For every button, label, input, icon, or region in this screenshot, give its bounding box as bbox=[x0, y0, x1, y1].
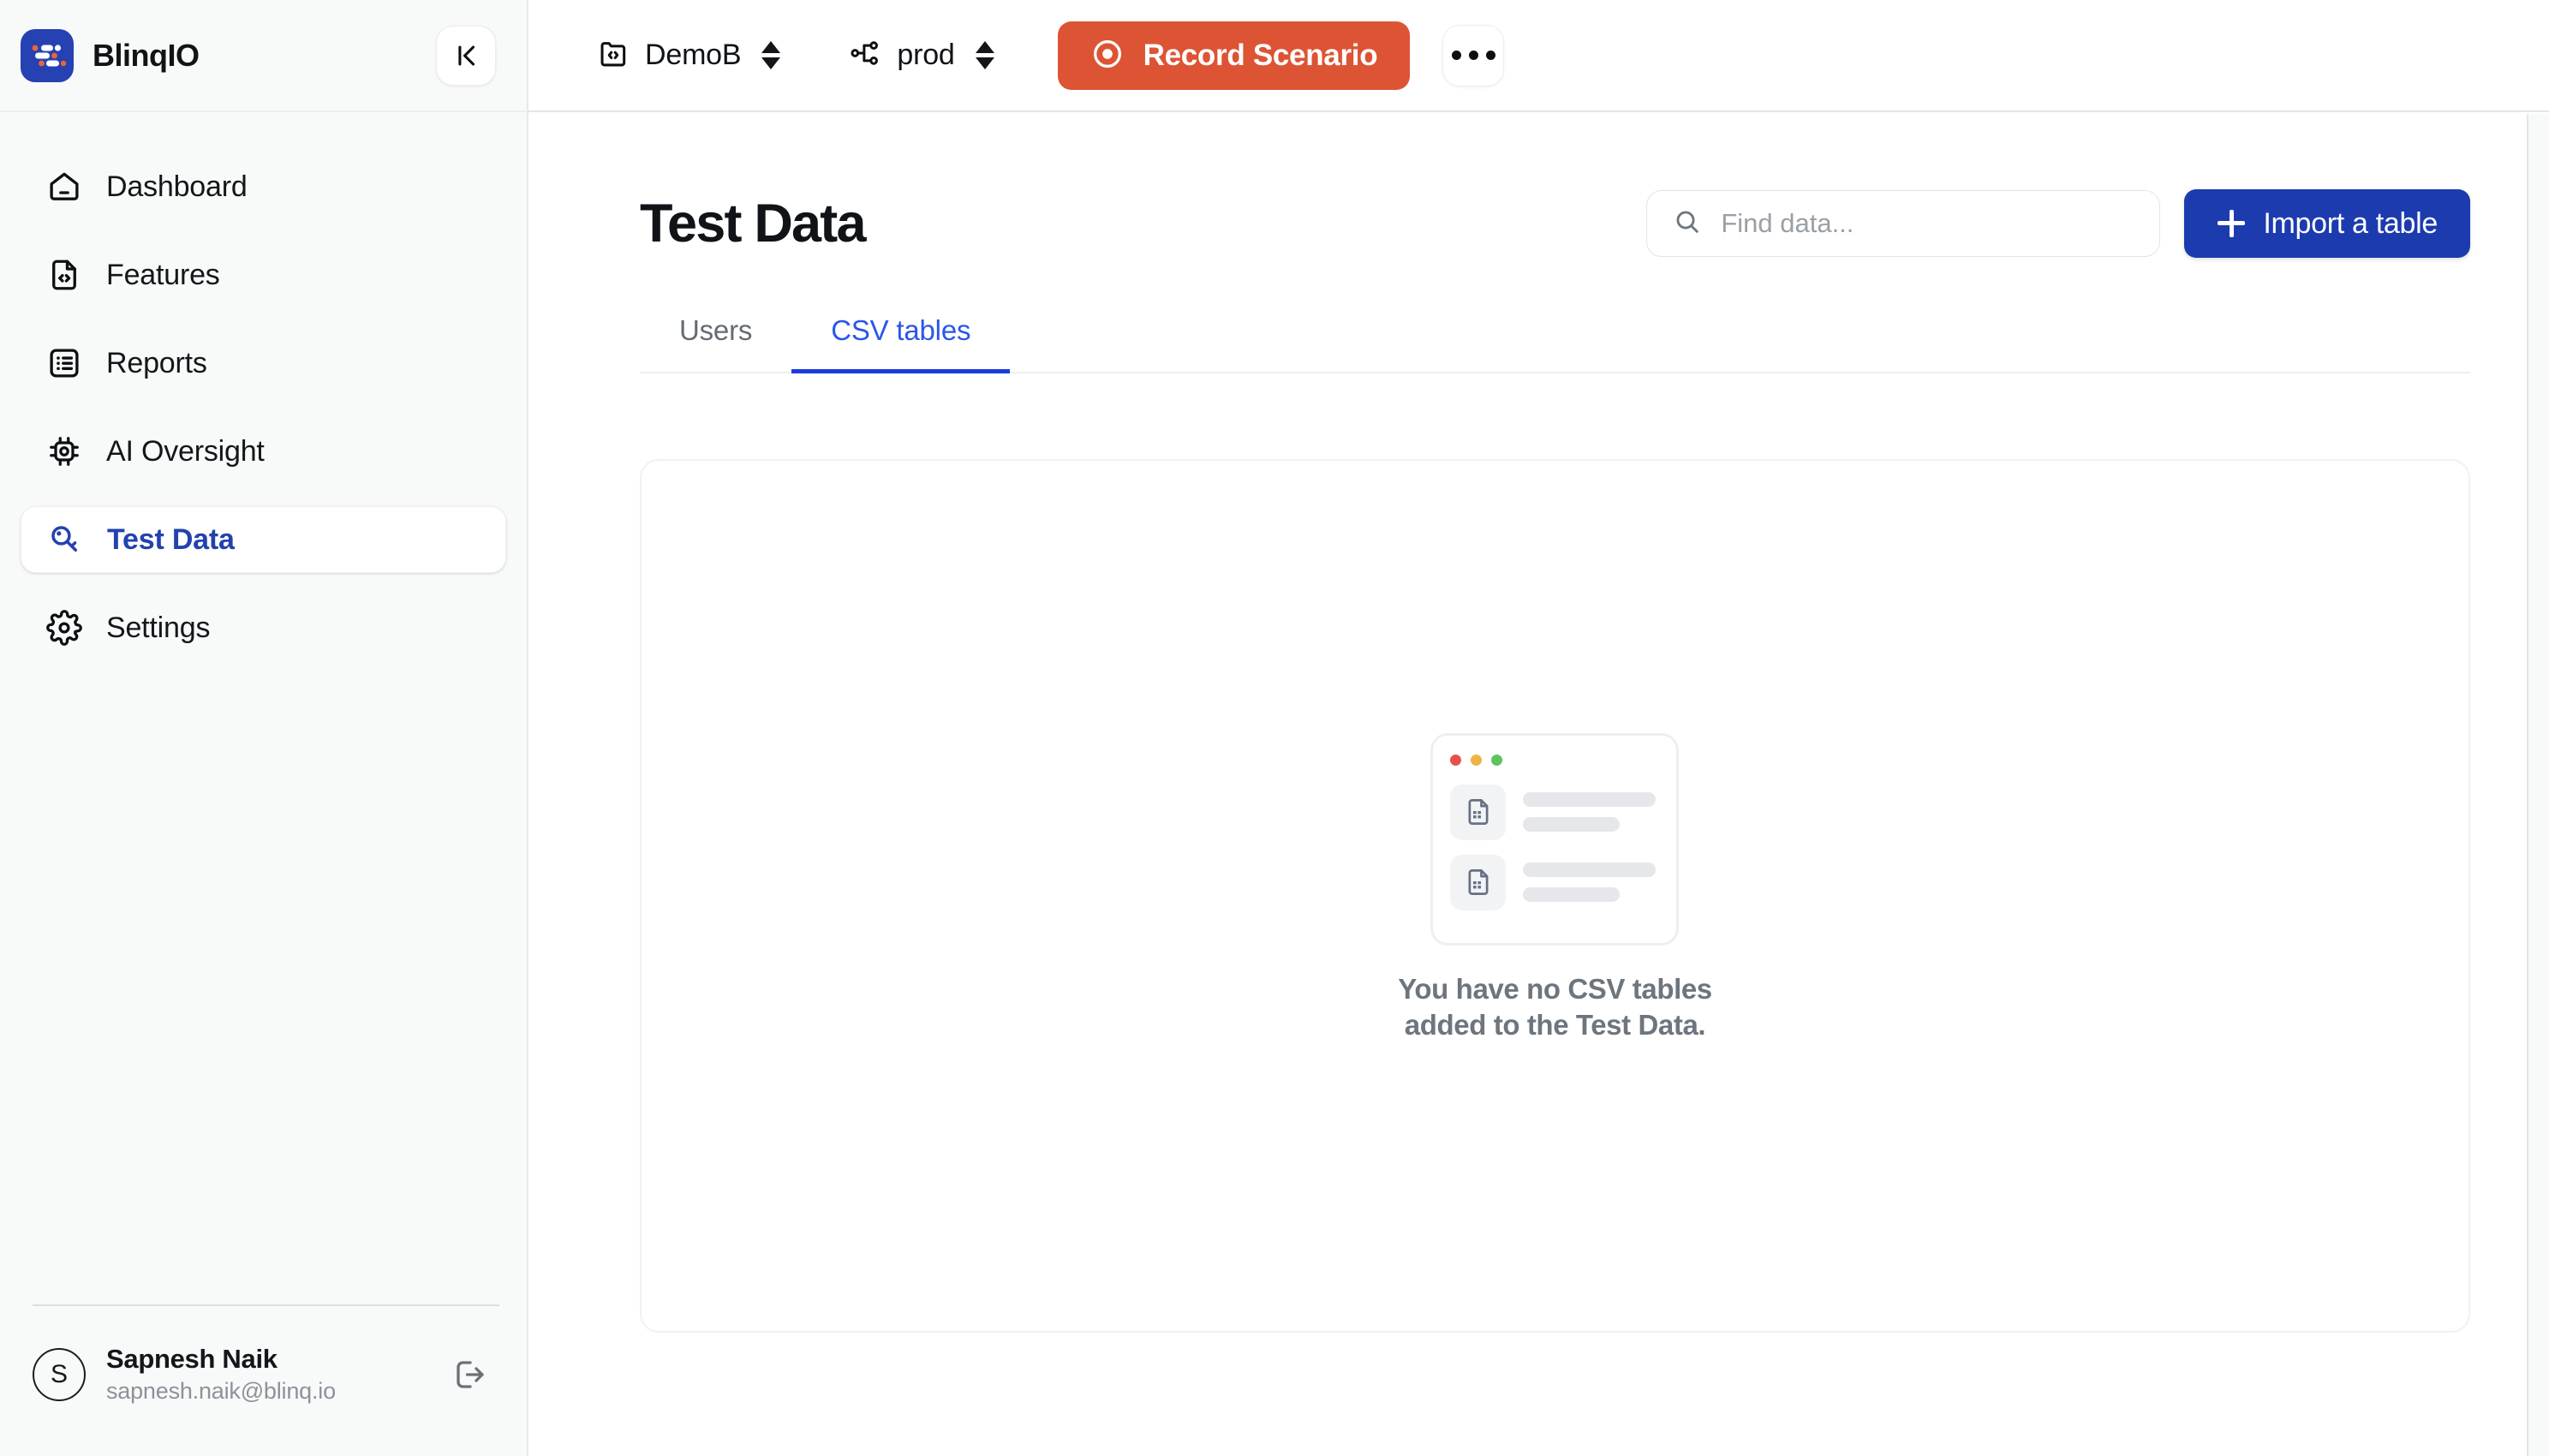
placeholder-bar bbox=[1523, 817, 1621, 832]
more-options-button[interactable] bbox=[1442, 24, 1505, 87]
chevron-updown-icon[interactable] bbox=[975, 41, 994, 69]
cpu-gear-icon bbox=[45, 432, 84, 471]
sidebar-item-label: Settings bbox=[106, 611, 211, 644]
sidebar-item-settings[interactable]: Settings bbox=[21, 594, 506, 661]
page-title: Test Data bbox=[640, 194, 867, 254]
sidebar-header: BlinqIO bbox=[0, 0, 527, 112]
sidebar-item-ai-oversight[interactable]: AI Oversight bbox=[21, 418, 506, 485]
user-name: Sapnesh Naik bbox=[106, 1344, 278, 1374]
empty-state-illustration bbox=[1430, 732, 1680, 946]
collapse-panel-icon bbox=[458, 45, 475, 65]
brand-name: BlinqIO bbox=[93, 37, 200, 73]
brand[interactable]: BlinqIO bbox=[21, 28, 200, 82]
import-table-label: Import a table bbox=[2263, 206, 2438, 240]
sidebar-item-label: Dashboard bbox=[106, 170, 248, 203]
collapse-sidebar-button[interactable] bbox=[436, 25, 496, 86]
page-content: Test Data Import a table bbox=[528, 112, 2549, 1456]
csv-tables-panel: You have no CSV tables added to the Test… bbox=[640, 459, 2470, 1333]
logout-icon bbox=[457, 1360, 484, 1388]
main-area: DemoB prod Record Scenario Test Data Fin… bbox=[528, 0, 2549, 1456]
home-icon bbox=[45, 167, 84, 206]
window-traffic-lights bbox=[1450, 754, 1659, 766]
user-meta: Sapnesh Naik sapnesh.naik@blinq.io bbox=[106, 1344, 424, 1405]
csv-file-icon bbox=[1450, 854, 1507, 910]
sidebar-nav: Dashboard Features Reports AI Oversight … bbox=[0, 112, 527, 1304]
illustration-row bbox=[1450, 854, 1659, 910]
sidebar-item-label: AI Oversight bbox=[106, 434, 265, 468]
chevron-updown-icon[interactable] bbox=[761, 41, 781, 69]
empty-state-line1: You have no CSV tables bbox=[1398, 972, 1712, 1005]
sidebar-item-test-data[interactable]: Test Data bbox=[21, 506, 506, 573]
empty-state-message: You have no CSV tables added to the Test… bbox=[1398, 971, 1712, 1043]
window-dot-red bbox=[1450, 754, 1462, 766]
environment-selector[interactable]: prod bbox=[833, 23, 1009, 88]
project-selector[interactable]: DemoB bbox=[582, 23, 796, 88]
empty-state: You have no CSV tables added to the Test… bbox=[1398, 732, 1712, 1043]
placeholder-bar bbox=[1523, 887, 1621, 903]
sidebar-item-label: Reports bbox=[106, 346, 207, 379]
sidebar-item-reports[interactable]: Reports bbox=[21, 330, 506, 397]
sidebar-footer: S Sapnesh Naik sapnesh.naik@blinq.io bbox=[0, 1304, 527, 1456]
illustration-placeholder-bars bbox=[1523, 862, 1657, 903]
logout-button[interactable] bbox=[445, 1349, 496, 1400]
import-table-button[interactable]: Import a table bbox=[2184, 189, 2470, 258]
page-scrollbar[interactable] bbox=[2527, 114, 2549, 1456]
app-root: BlinqIO Dashboard Features Reports AI Ov… bbox=[0, 0, 2549, 1456]
illustration-placeholder-bars bbox=[1523, 792, 1657, 832]
search-input[interactable] bbox=[1721, 208, 2134, 239]
ellipsis-icon bbox=[1468, 51, 1478, 60]
search-box[interactable] bbox=[1646, 190, 2161, 257]
sidebar-item-features[interactable]: Features bbox=[21, 242, 506, 308]
environment-name: prod bbox=[897, 39, 955, 71]
folder-code-icon bbox=[597, 37, 630, 74]
plus-icon bbox=[2217, 209, 2246, 238]
search-icon bbox=[1673, 207, 1702, 241]
placeholder-bar bbox=[1523, 792, 1657, 808]
sidebar: BlinqIO Dashboard Features Reports AI Ov… bbox=[0, 0, 528, 1456]
gear-icon bbox=[45, 608, 84, 647]
window-dot-green bbox=[1491, 754, 1503, 766]
list-icon bbox=[45, 343, 84, 383]
ellipsis-icon bbox=[1485, 51, 1495, 60]
record-scenario-button[interactable]: Record Scenario bbox=[1057, 21, 1411, 90]
tab-users[interactable]: Users bbox=[640, 314, 791, 373]
user-profile[interactable]: S Sapnesh Naik sapnesh.naik@blinq.io bbox=[21, 1344, 506, 1456]
page-header: Test Data Import a table bbox=[640, 112, 2470, 258]
record-scenario-label: Record Scenario bbox=[1143, 38, 1378, 72]
tab-bar: Users CSV tables bbox=[640, 314, 2470, 373]
sidebar-item-label: Test Data bbox=[107, 522, 235, 556]
placeholder-bar bbox=[1523, 862, 1657, 878]
topbar: DemoB prod Record Scenario bbox=[528, 0, 2549, 112]
tab-csv-tables[interactable]: CSV tables bbox=[791, 314, 1011, 373]
sidebar-item-dashboard[interactable]: Dashboard bbox=[21, 153, 506, 220]
ellipsis-icon bbox=[1451, 51, 1461, 60]
csv-file-icon bbox=[1450, 784, 1507, 840]
illustration-row bbox=[1450, 784, 1659, 840]
header-actions: Import a table bbox=[1646, 189, 2470, 258]
project-name: DemoB bbox=[645, 39, 742, 71]
record-circle-icon bbox=[1090, 37, 1125, 74]
network-nodes-icon bbox=[849, 37, 881, 74]
user-email: sapnesh.naik@blinq.io bbox=[106, 1378, 336, 1404]
footer-divider bbox=[33, 1304, 499, 1306]
key-icon bbox=[45, 520, 85, 559]
empty-state-line2: added to the Test Data. bbox=[1404, 1009, 1706, 1041]
file-code-icon bbox=[45, 255, 84, 295]
window-dot-yellow bbox=[1471, 754, 1483, 766]
sidebar-item-label: Features bbox=[106, 258, 220, 291]
blinqio-logo-icon bbox=[21, 28, 74, 82]
avatar: S bbox=[33, 1347, 86, 1401]
